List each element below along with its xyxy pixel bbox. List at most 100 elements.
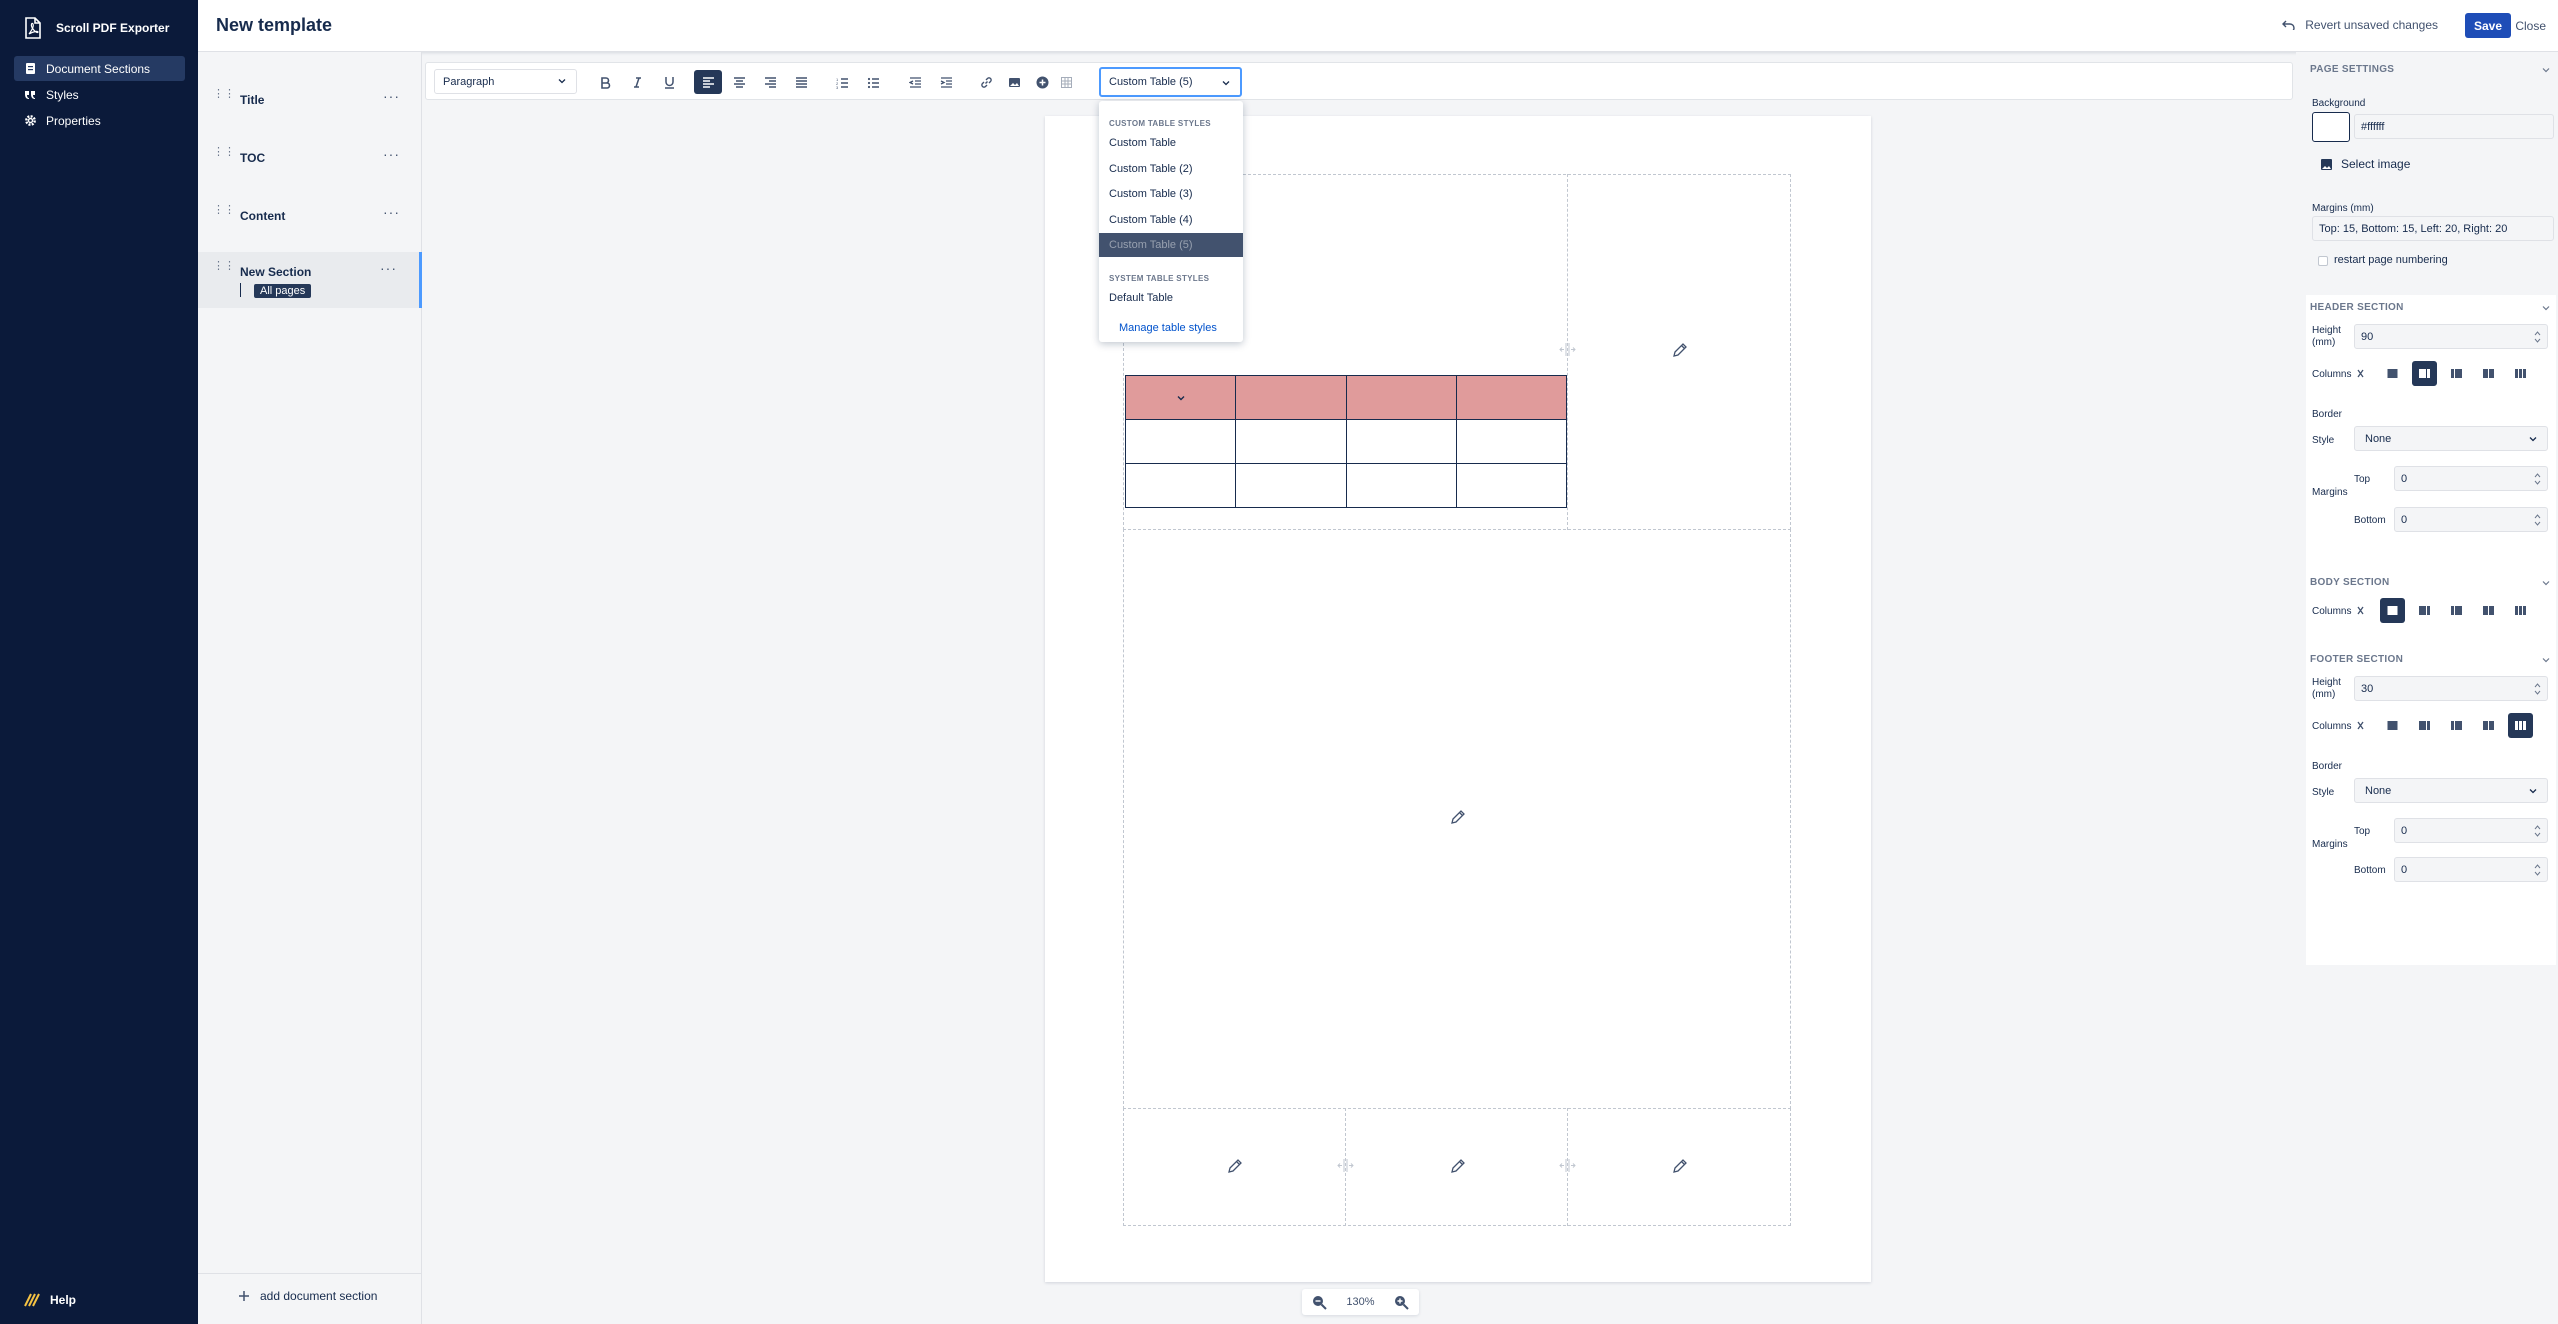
add-document-section-button[interactable]: add document section — [222, 1283, 388, 1308]
stepper-icon[interactable] — [2534, 472, 2541, 486]
image-button[interactable] — [1000, 70, 1028, 94]
restart-numbering-checkbox[interactable] — [2318, 256, 2328, 266]
columns-5-button[interactable] — [2508, 598, 2533, 623]
numbered-list-button[interactable]: 123 — [828, 70, 856, 94]
nav-item-styles[interactable]: Styles — [14, 82, 185, 107]
link-button[interactable] — [972, 70, 1000, 94]
align-right-button[interactable] — [756, 70, 784, 94]
nav-item-properties[interactable]: Properties — [14, 108, 185, 133]
footer-height-input[interactable]: 30 — [2354, 676, 2548, 701]
drag-handle-icon[interactable]: ⋮⋮ — [213, 89, 235, 105]
content-table[interactable] — [1124, 375, 1568, 508]
more-options-icon[interactable]: ··· — [383, 204, 400, 220]
header-margin-bottom-input[interactable]: 0 — [2394, 507, 2548, 532]
columns-1-button[interactable] — [2380, 713, 2405, 738]
pencil-icon[interactable] — [1672, 1159, 1687, 1174]
table-style-option[interactable]: Custom Table — [1099, 131, 1243, 155]
columns-none-button[interactable] — [2348, 598, 2373, 623]
more-options-icon[interactable]: ··· — [383, 146, 400, 162]
table-style-option[interactable]: Default Table — [1099, 286, 1243, 310]
table-style-option[interactable]: Custom Table (3) — [1099, 182, 1243, 206]
table-cell[interactable] — [1235, 463, 1347, 508]
stepper-icon[interactable] — [2534, 330, 2541, 344]
columns-2-button[interactable] — [2412, 361, 2437, 386]
pencil-icon[interactable] — [1450, 1159, 1465, 1174]
section-item-content[interactable]: ⋮⋮ Content ··· — [198, 196, 422, 234]
pencil-icon[interactable] — [1672, 343, 1687, 358]
columns-5-button[interactable] — [2508, 361, 2533, 386]
columns-1-button[interactable] — [2380, 361, 2405, 386]
more-options-icon[interactable]: ··· — [383, 88, 400, 104]
header-border-style-select[interactable]: None — [2354, 426, 2548, 451]
chevron-down-icon[interactable] — [1176, 393, 1186, 403]
manage-table-styles-link[interactable]: Manage table styles — [1119, 322, 1217, 334]
resize-handle-icon[interactable] — [1559, 342, 1576, 357]
columns-3-button[interactable] — [2444, 361, 2469, 386]
columns-4-button[interactable] — [2476, 361, 2501, 386]
table-cell[interactable] — [1455, 419, 1568, 464]
header-height-input[interactable]: 90 — [2354, 324, 2548, 349]
help-link[interactable]: Help — [24, 1293, 76, 1307]
chevron-down-icon[interactable] — [2542, 304, 2550, 312]
pencil-icon[interactable] — [1450, 810, 1465, 825]
justify-button[interactable] — [787, 70, 815, 94]
table-header-cell[interactable] — [1235, 375, 1347, 420]
close-button[interactable]: Close — [2515, 19, 2546, 33]
more-options-icon[interactable]: ··· — [380, 260, 397, 276]
table-cell[interactable] — [1455, 463, 1568, 508]
italic-button[interactable] — [623, 70, 651, 94]
resize-handle-icon[interactable] — [1337, 1158, 1354, 1173]
table-style-option-selected[interactable]: Custom Table (5) — [1099, 233, 1243, 257]
table-cell[interactable] — [1124, 463, 1237, 508]
pencil-icon[interactable] — [1227, 1159, 1242, 1174]
drag-handle-icon[interactable]: ⋮⋮ — [213, 147, 235, 163]
columns-3-button[interactable] — [2444, 598, 2469, 623]
columns-2-button[interactable] — [2412, 598, 2437, 623]
columns-4-button[interactable] — [2476, 713, 2501, 738]
table-header-cell[interactable] — [1455, 375, 1568, 420]
table-cell[interactable] — [1345, 463, 1457, 508]
align-left-button[interactable] — [694, 70, 722, 94]
table-style-select[interactable]: Custom Table (5) — [1099, 67, 1242, 97]
zoom-out-icon[interactable] — [1312, 1295, 1327, 1310]
background-color-swatch[interactable] — [2312, 112, 2350, 142]
page-margins-input[interactable]: Top: 15, Bottom: 15, Left: 20, Right: 20 — [2312, 216, 2554, 241]
nav-item-document-sections[interactable]: Document Sections — [14, 56, 185, 81]
footer-border-style-select[interactable]: None — [2354, 778, 2548, 803]
stepper-icon[interactable] — [2534, 682, 2541, 696]
columns-4-button[interactable] — [2476, 598, 2501, 623]
revert-button[interactable]: Revert unsaved changes — [2282, 18, 2438, 32]
chevron-down-icon[interactable] — [2542, 656, 2550, 664]
chevron-down-icon[interactable] — [2542, 579, 2550, 587]
columns-3-button[interactable] — [2444, 713, 2469, 738]
table-style-option[interactable]: Custom Table (2) — [1099, 157, 1243, 181]
stepper-icon[interactable] — [2534, 824, 2541, 838]
columns-1-button[interactable] — [2380, 598, 2405, 623]
indent-button[interactable] — [932, 70, 960, 94]
drag-handle-icon[interactable]: ⋮⋮ — [213, 261, 235, 277]
paragraph-style-select[interactable]: Paragraph — [434, 69, 577, 94]
bold-button[interactable] — [591, 70, 619, 94]
section-item-toc[interactable]: ⋮⋮ TOC ··· — [198, 138, 422, 176]
columns-none-button[interactable] — [2348, 361, 2373, 386]
columns-5-button[interactable] — [2508, 713, 2533, 738]
table-cell[interactable] — [1124, 419, 1237, 464]
header-margin-top-input[interactable]: 0 — [2394, 466, 2548, 491]
bullet-list-button[interactable] — [859, 70, 887, 94]
columns-2-button[interactable] — [2412, 713, 2437, 738]
table-cell[interactable] — [1345, 419, 1457, 464]
chevron-down-icon[interactable] — [2542, 66, 2550, 74]
footer-margin-top-input[interactable]: 0 — [2394, 818, 2548, 843]
table-grid-button[interactable] — [1052, 70, 1080, 94]
outdent-button[interactable] — [901, 70, 929, 94]
columns-none-button[interactable] — [2348, 713, 2373, 738]
table-style-option[interactable]: Custom Table (4) — [1099, 208, 1243, 232]
footer-margin-bottom-input[interactable]: 0 — [2394, 857, 2548, 882]
table-header-cell[interactable] — [1124, 375, 1237, 420]
stepper-icon[interactable] — [2534, 863, 2541, 877]
align-center-button[interactable] — [725, 70, 753, 94]
underline-button[interactable] — [655, 70, 683, 94]
background-color-input[interactable]: #ffffff — [2354, 114, 2554, 139]
section-item-new-section[interactable]: ⋮⋮ New Section ··· All pages — [198, 252, 422, 308]
stepper-icon[interactable] — [2534, 513, 2541, 527]
